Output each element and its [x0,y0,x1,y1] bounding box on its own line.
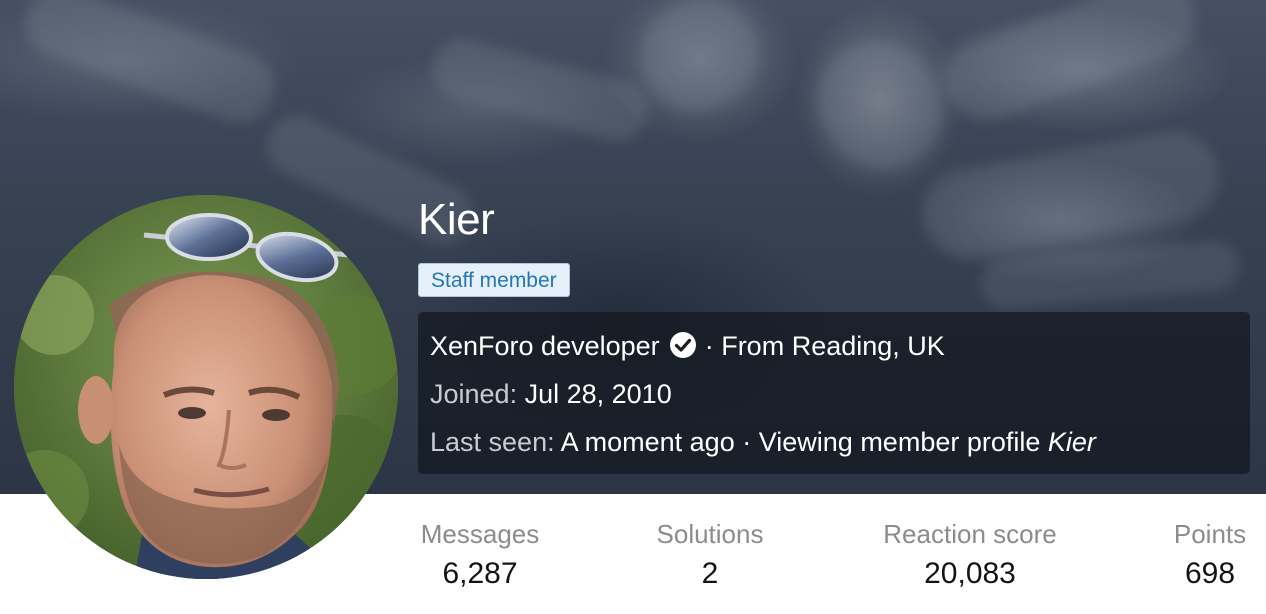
separator: · [742,427,752,457]
stat-label: Points [1173,519,1247,549]
stat-points[interactable]: Points 698 [1170,516,1250,596]
joined-label: Joined: [430,379,518,409]
title-line: XenForo developer · From Reading, UK [430,326,1250,374]
activity-text: Viewing member profile [758,427,1041,457]
stat-label: Reaction score [883,519,1057,549]
check-circle-icon [669,330,697,358]
separator: · [704,331,714,361]
stat-value: 2 [701,557,719,590]
staff-badge: Staff member [418,263,570,297]
profile-stats: Messages 6,287 Solutions 2 Reaction scor… [0,516,1266,614]
activity-target-link[interactable]: Kier [1048,427,1096,457]
stat-value: 698 [1184,557,1236,590]
profile-name: Kier [418,195,495,244]
stat-value: 20,083 [924,557,1016,590]
stat-label: Solutions [656,519,764,549]
user-title: XenForo developer [430,331,660,361]
last-seen-value: A moment ago [560,427,735,457]
last-seen-line: Last seen: A moment ago · Viewing member… [430,422,1250,470]
stat-label: Messages [420,519,540,549]
joined-date: Jul 28, 2010 [524,379,672,409]
stat-solutions[interactable]: Solutions 2 [652,516,768,596]
stat-value: 6,287 [442,557,518,590]
profile-info-box: XenForo developer · From Reading, UK Joi… [418,312,1250,474]
stat-reaction-score[interactable]: Reaction score 20,083 [878,516,1062,596]
last-seen-label: Last seen: [430,427,555,457]
stat-messages[interactable]: Messages 6,287 [418,516,542,596]
location-link[interactable]: From Reading, UK [721,331,945,361]
joined-line: Joined: Jul 28, 2010 [430,374,1250,422]
